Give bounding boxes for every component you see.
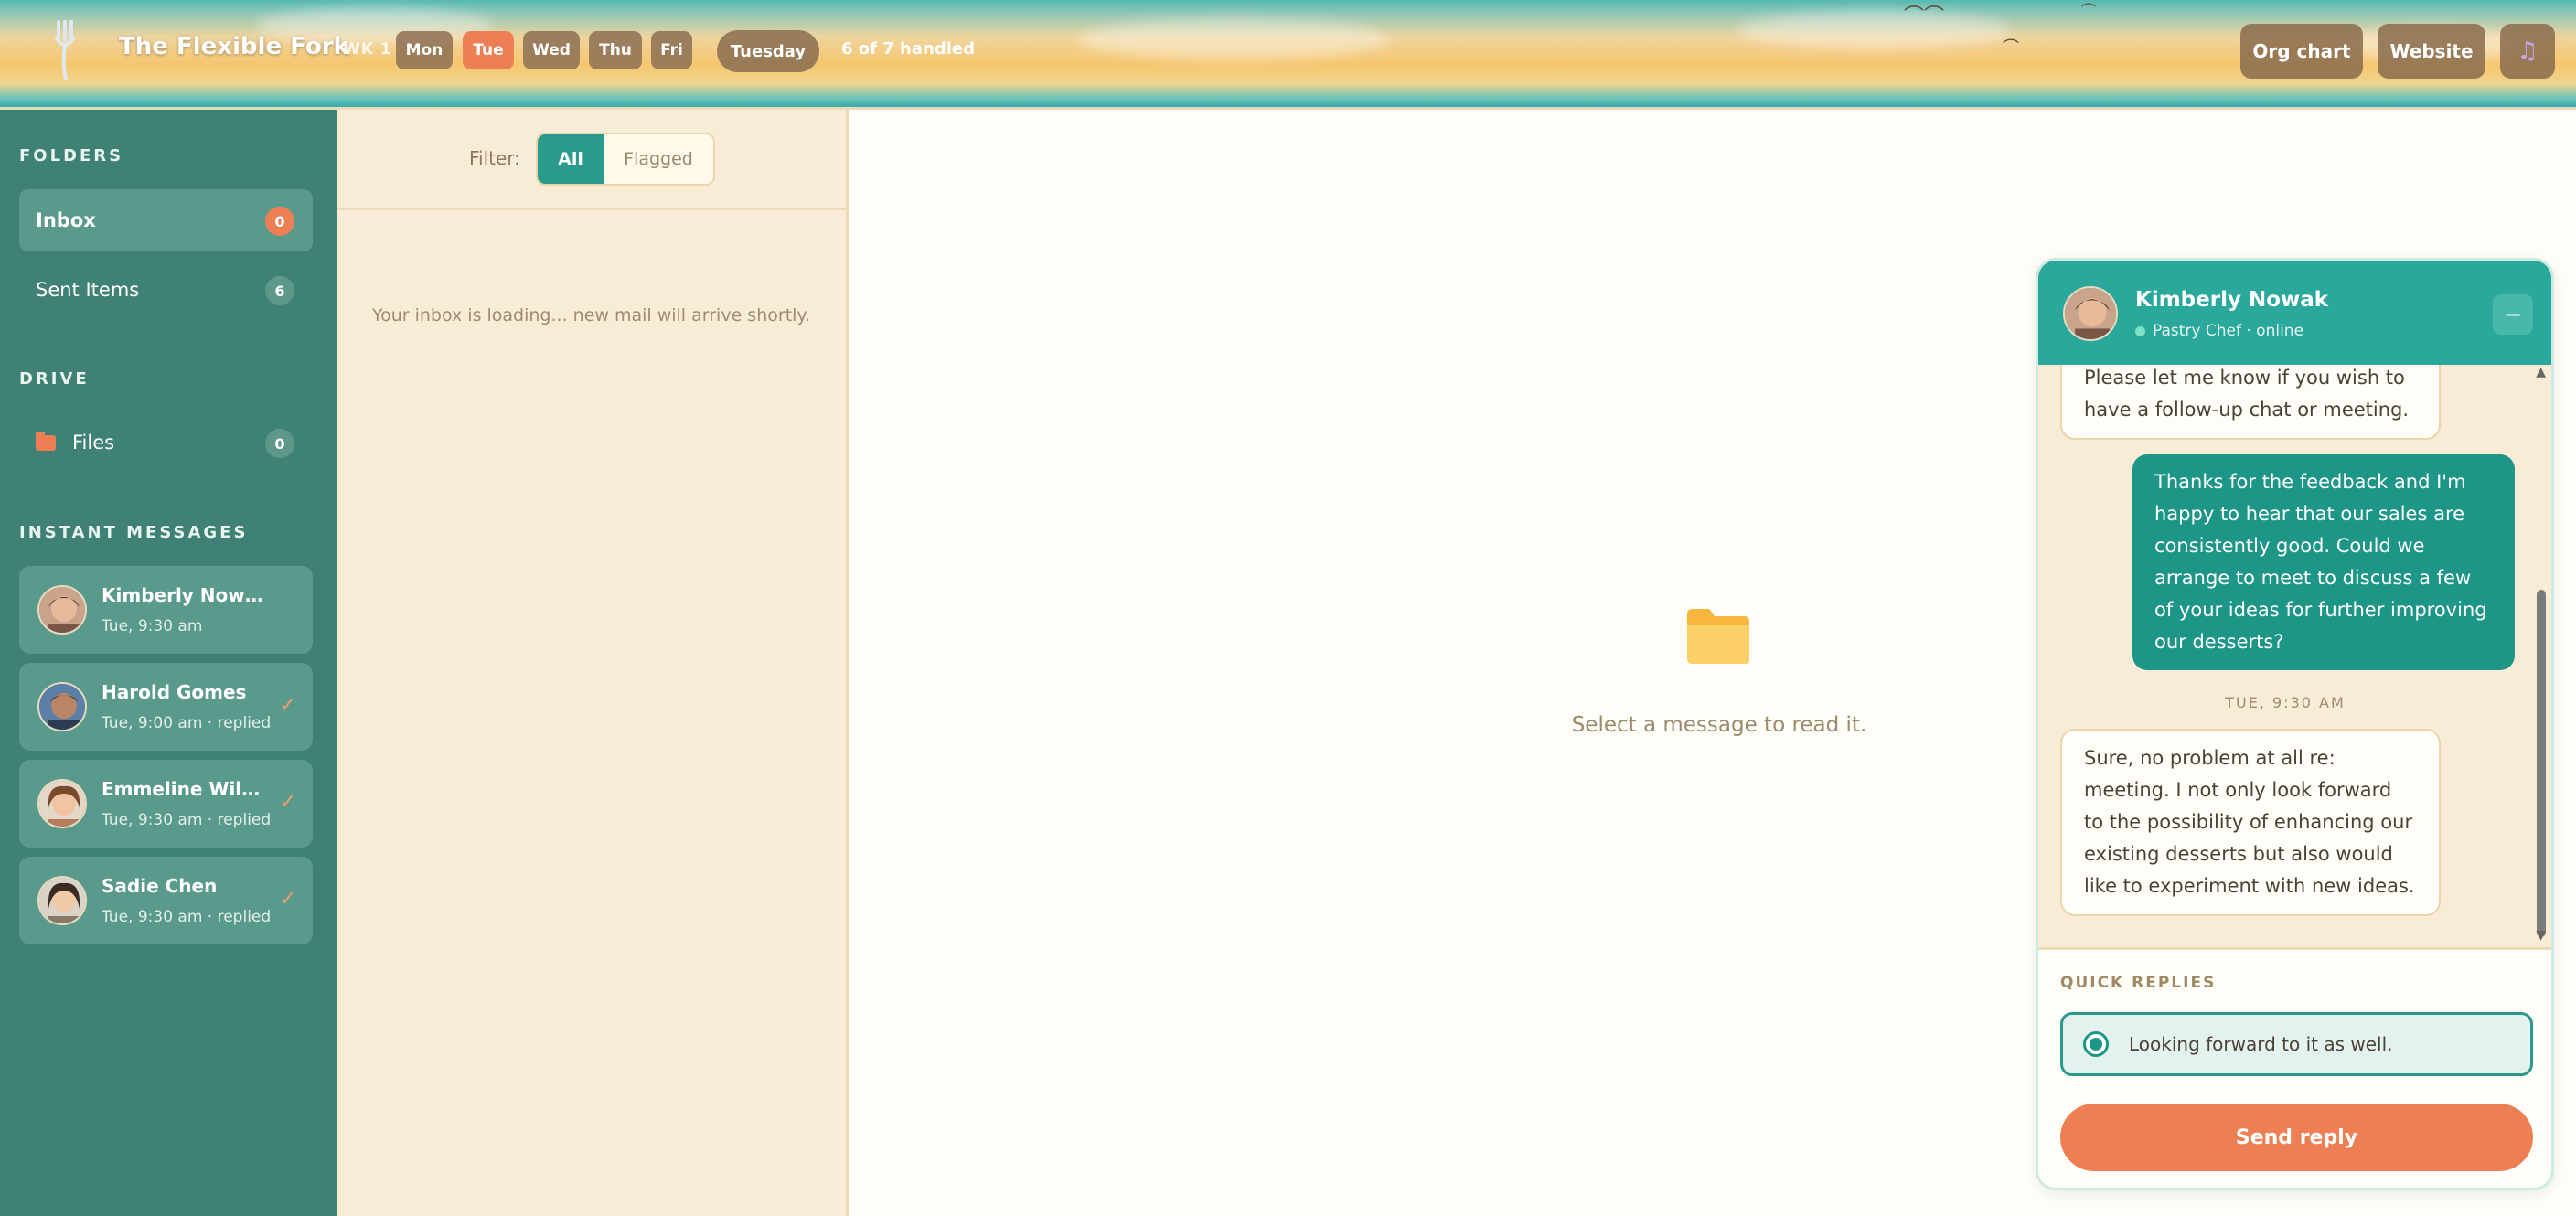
im-name: Harold Gomes [102, 681, 247, 703]
music-note-icon: ♫ [2517, 37, 2539, 65]
chat-bubble-outgoing: Thanks for the feedback and I'm happy to… [2132, 454, 2515, 670]
im-name: Kimberly Nowak [102, 584, 266, 606]
fork-logo-icon [55, 20, 75, 80]
replied-check-icon: ✓ [279, 791, 296, 814]
chat-messages[interactable]: Please let me know if you wish to have a… [2038, 365, 2551, 950]
bird-decoration: ⌒ [2081, 2, 2097, 19]
day-button-thu[interactable]: Thu [589, 31, 642, 69]
bird-decoration: ⌒⌒ [1904, 5, 1945, 28]
scroll-up-icon[interactable]: ▲ [2536, 365, 2546, 379]
music-button[interactable]: ♫ [2500, 24, 2555, 79]
filter-bar: Filter: All Flagged [337, 110, 846, 210]
minimize-button[interactable]: − [2493, 294, 2533, 335]
chat-scrollbar[interactable] [2537, 590, 2546, 937]
handled-counter: 6 of 7 handled [841, 39, 975, 59]
chat-contact-role: Pastry Chef · online [2153, 322, 2304, 340]
sidebar: FOLDERS Inbox 0 Sent Items 6 DRIVE Files… [0, 110, 337, 1216]
avatar [37, 585, 87, 635]
filter-label: Filter: [469, 147, 520, 169]
bird-decoration: ⌒ [2003, 38, 2019, 58]
drive-title: DRIVE [19, 369, 90, 389]
org-chart-button[interactable]: Org chart [2240, 24, 2363, 79]
avatar [37, 876, 87, 925]
chat-bubble-incoming: Please let me know if you wish to have a… [2060, 365, 2441, 440]
quick-reply-option[interactable]: Looking forward to it as well. [2060, 1012, 2533, 1076]
im-item-sadie-chen[interactable]: Sadie Chen Tue, 9:30 am · replied ✓ [19, 857, 313, 944]
current-day-pill: Tuesday [717, 30, 819, 72]
im-time: Tue, 9:30 am [102, 617, 203, 635]
sent-count-badge: 6 [265, 276, 294, 305]
im-time: Tue, 9:30 am · replied [102, 811, 272, 829]
im-item-harold-gomes[interactable]: Harold Gomes Tue, 9:00 am · replied ✓ [19, 663, 313, 751]
chat-timestamp: TUE, 9:30 AM [2225, 694, 2346, 711]
avatar [37, 682, 87, 731]
top-header: ⌒⌒ ⌒ ⌒ The Flexible Fork WK 1 Mon Tue We… [0, 0, 2576, 110]
im-time: Tue, 9:30 am · replied [102, 908, 272, 926]
radio-selected-icon[interactable] [2083, 1031, 2109, 1057]
scroll-down-icon[interactable]: ▼ [2536, 928, 2546, 943]
app-title: The Flexible Fork [119, 33, 349, 60]
folders-title: FOLDERS [19, 146, 124, 165]
message-list-pane: Filter: All Flagged Your inbox is loadin… [337, 110, 849, 1216]
inbox-empty-text: Your inbox is loading... new mail will a… [371, 305, 810, 325]
folder-inbox[interactable]: Inbox 0 [19, 189, 313, 251]
send-reply-button[interactable]: Send reply [2060, 1104, 2533, 1171]
filter-toggle: All Flagged [536, 133, 715, 186]
chat-contact-status: Pastry Chef · online [2135, 322, 2303, 340]
im-name: Sadie Chen [102, 875, 218, 897]
inbox-count-badge: 0 [265, 207, 294, 236]
folder-label: Inbox [36, 209, 96, 231]
quick-replies-title: QUICK REPLIES [2060, 974, 2217, 992]
online-indicator-icon [2135, 325, 2145, 336]
avatar [2063, 286, 2118, 341]
day-button-fri[interactable]: Fri [651, 31, 692, 69]
folder-icon [1687, 609, 1749, 664]
im-item-kimberly-nowak[interactable]: Kimberly Nowak Tue, 9:30 am [19, 566, 313, 654]
week-label: WK 1 [343, 40, 392, 59]
chat-header: Kimberly Nowak Pastry Chef · online − [2038, 261, 2551, 365]
replied-check-icon: ✓ [279, 694, 296, 717]
im-item-emmeline-williams[interactable]: Emmeline Willia... Tue, 9:30 am · replie… [19, 760, 313, 848]
im-name: Emmeline Willia... [102, 778, 266, 800]
day-button-mon[interactable]: Mon [396, 31, 453, 69]
website-button[interactable]: Website [2378, 24, 2485, 79]
day-button-wed[interactable]: Wed [523, 31, 580, 69]
filter-all-button[interactable]: All [538, 134, 604, 184]
drive-files[interactable]: Files 0 [19, 411, 313, 474]
chat-bubble-incoming: Sure, no problem at all re: meeting. I n… [2060, 729, 2441, 916]
folder-icon [36, 431, 56, 451]
files-count-badge: 0 [265, 429, 294, 458]
avatar [37, 779, 87, 828]
instant-messages-title: INSTANT MESSAGES [19, 523, 249, 542]
replied-check-icon: ✓ [279, 888, 296, 911]
im-time: Tue, 9:00 am · replied [102, 714, 272, 732]
day-button-tue[interactable]: Tue [463, 31, 514, 69]
chat-contact-name: Kimberly Nowak [2135, 288, 2329, 312]
reader-empty-text: Select a message to read it. [1571, 713, 1867, 737]
folder-sent-items[interactable]: Sent Items 6 [19, 259, 313, 321]
chat-window: Kimberly Nowak Pastry Chef · online − Pl… [2036, 258, 2554, 1190]
folder-label: Sent Items [36, 279, 140, 301]
drive-label: Files [72, 432, 115, 453]
filter-flagged-button[interactable]: Flagged [604, 134, 713, 184]
quick-reply-text: Looking forward to it as well. [2129, 1033, 2393, 1055]
